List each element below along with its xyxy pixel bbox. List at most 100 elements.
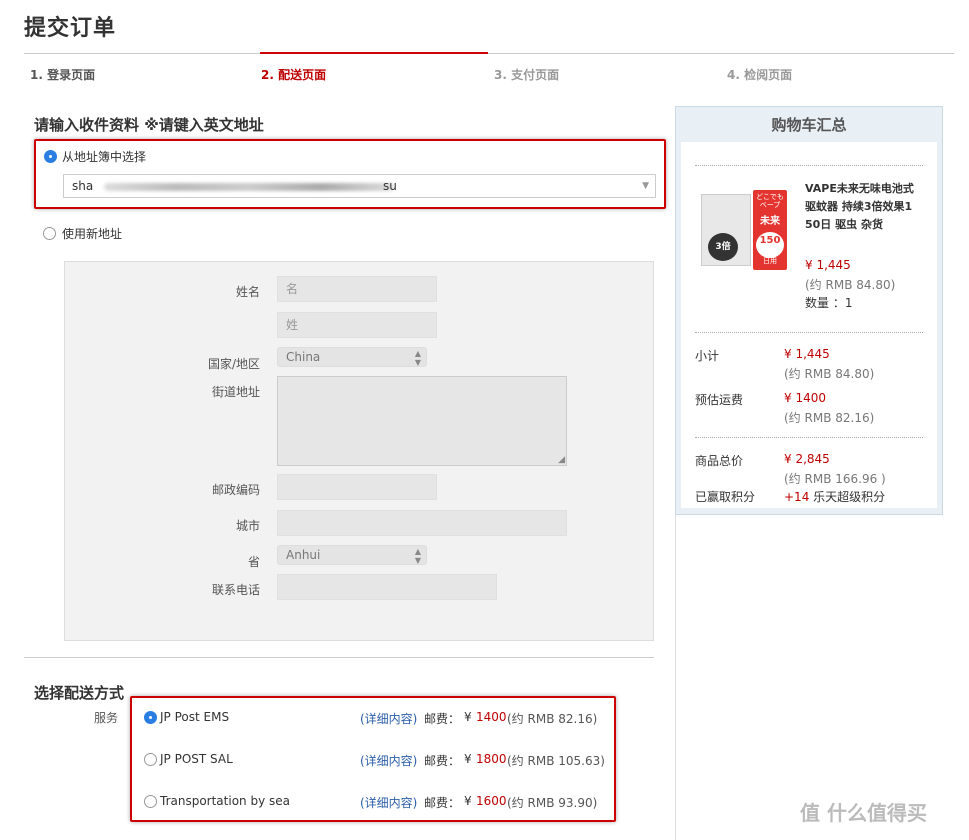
shipping-option-sal[interactable]: JP POST SAL (详细内容) 邮费： ¥ 1800 (约 RMB 105… bbox=[132, 750, 614, 770]
postal-label: 邮政编码 bbox=[211, 483, 260, 497]
right-column-border bbox=[675, 515, 676, 840]
service-label: 服务 bbox=[94, 711, 119, 725]
address-book-select[interactable]: sha su ▼ bbox=[63, 174, 656, 198]
sea-rmb: (约 RMB 93.90) bbox=[507, 796, 598, 810]
blurred-address bbox=[104, 183, 394, 191]
country-label: 国家/地区 bbox=[207, 357, 260, 371]
ems-radio[interactable] bbox=[144, 711, 157, 724]
street-label: 街道地址 bbox=[211, 385, 260, 399]
watermark: 值 什么值得买 bbox=[800, 801, 927, 825]
shipping-estimate-value: ¥ 1400 bbox=[784, 391, 826, 405]
sal-yen-sign: ¥ bbox=[464, 752, 472, 766]
ems-rmb: (约 RMB 82.16) bbox=[507, 712, 598, 726]
subtotal-value: ¥ 1,445 bbox=[784, 347, 830, 361]
ems-yen-sign: ¥ bbox=[464, 710, 472, 724]
sea-details-link[interactable]: (详细内容) bbox=[360, 794, 417, 811]
product-name-line-3: 50日 驱虫 杂货 bbox=[805, 218, 883, 231]
points-label: 已赢取积分 bbox=[695, 490, 756, 504]
chevron-down-icon: ▼ bbox=[642, 181, 649, 191]
ems-details-link[interactable]: (详细内容) bbox=[360, 710, 417, 727]
sea-name: Transportation by sea bbox=[160, 794, 290, 808]
step-review: 4. 检阅页面 bbox=[727, 68, 793, 82]
shipping-option-sea[interactable]: Transportation by sea (详细内容) 邮费： ¥ 1600 … bbox=[132, 792, 614, 812]
product-150-badge: 150 bbox=[756, 232, 784, 258]
new-address-label: 使用新地址 bbox=[62, 227, 123, 241]
province-value: Anhui bbox=[286, 548, 321, 562]
sal-radio[interactable] bbox=[144, 753, 157, 766]
province-select[interactable]: Anhui ▲ ▼ bbox=[277, 545, 427, 565]
sea-yen-sign: ¥ bbox=[464, 794, 472, 808]
address-book-panel: 从地址簿中选择 sha su ▼ bbox=[34, 139, 666, 209]
name-label: 姓名 bbox=[235, 285, 260, 299]
subtotal-label: 小计 bbox=[695, 349, 720, 363]
shipping-heading: 选择配送方式 bbox=[34, 684, 125, 702]
total-rmb: (约 RMB 166.96 ) bbox=[784, 472, 886, 486]
country-select[interactable]: China ▲ ▼ bbox=[277, 347, 427, 367]
cart-divider bbox=[695, 437, 923, 438]
sal-fee: 1800 bbox=[476, 752, 507, 766]
product-days: 日用 bbox=[763, 257, 777, 265]
cart-divider bbox=[695, 332, 923, 333]
ems-fee: 1400 bbox=[476, 710, 507, 724]
step-login: 1. 登录页面 bbox=[30, 68, 96, 82]
postal-field[interactable] bbox=[277, 474, 437, 500]
shipping-estimate-label: 预估运费 bbox=[695, 393, 744, 407]
city-field[interactable] bbox=[277, 510, 567, 536]
last-name-field[interactable]: 姓 bbox=[277, 312, 437, 338]
product-device: 3倍 bbox=[701, 194, 751, 266]
product-3x-badge: 3倍 bbox=[708, 233, 738, 261]
address-select-end: su bbox=[383, 179, 397, 193]
step-shipping: 2. 配送页面 bbox=[261, 68, 327, 82]
address-select-start: sha bbox=[72, 179, 94, 193]
sal-rmb: (约 RMB 105.63) bbox=[507, 754, 605, 768]
updown-arrow-icon: ▲ ▼ bbox=[414, 547, 421, 565]
first-name-field[interactable]: 名 bbox=[277, 276, 437, 302]
points-suffix: 乐天超级积分 bbox=[809, 490, 886, 504]
points-value: +14 bbox=[784, 490, 810, 504]
resize-handle-icon[interactable]: ◢ bbox=[558, 455, 565, 465]
cart-title: 购物车汇总 bbox=[771, 116, 847, 134]
progress-active-segment bbox=[260, 52, 488, 54]
subtotal-rmb: (约 RMB 84.80) bbox=[784, 367, 875, 381]
address-book-radio[interactable] bbox=[44, 150, 57, 163]
product-150-number: 150 bbox=[759, 235, 781, 246]
address-heading: 请输入收件资料 ※请键入英文地址 bbox=[34, 116, 264, 134]
ems-fee-label: 邮费： bbox=[424, 712, 461, 726]
updown-arrow-icon: ▲ ▼ bbox=[414, 349, 421, 367]
total-label: 商品总价 bbox=[695, 454, 744, 468]
product-quantity: 数量 ：1 bbox=[805, 296, 853, 310]
product-box: どこでも ベープ 未来 150 日用 bbox=[753, 190, 787, 270]
ems-name: JP Post EMS bbox=[160, 710, 230, 724]
phone-label: 联系电话 bbox=[211, 583, 260, 597]
product-image[interactable]: 3倍 どこでも ベープ 未来 150 日用 bbox=[701, 190, 787, 270]
step-payment: 3. 支付页面 bbox=[494, 68, 560, 82]
sea-radio[interactable] bbox=[144, 795, 157, 808]
product-price-rmb: (约 RMB 84.80) bbox=[805, 278, 896, 292]
sea-fee: 1600 bbox=[476, 794, 507, 808]
phone-field[interactable] bbox=[277, 574, 497, 600]
product-name-line-1: VAPE未来无味电池式 bbox=[805, 182, 914, 195]
address-book-label: 从地址簿中选择 bbox=[62, 150, 147, 164]
total-value: ¥ 2,845 bbox=[784, 452, 830, 466]
product-mirai: 未来 bbox=[760, 216, 780, 227]
product-name[interactable]: VAPE未来无味电池式 驱蚊器 持续3倍效果1 50日 驱虫 杂货 bbox=[805, 180, 935, 234]
product-brand: どこでも ベープ bbox=[756, 193, 784, 209]
progress-line bbox=[24, 53, 954, 54]
page-title: 提交订单 bbox=[24, 16, 117, 41]
new-address-radio[interactable] bbox=[43, 227, 56, 240]
province-label: 省 bbox=[247, 555, 260, 569]
points-earned: +14 乐天超级积分 bbox=[784, 488, 885, 505]
cart-divider bbox=[695, 165, 923, 166]
sal-details-link[interactable]: (详细内容) bbox=[360, 752, 417, 769]
shipping-option-ems[interactable]: JP Post EMS (详细内容) 邮费： ¥ 1400 (约 RMB 82.… bbox=[132, 708, 614, 728]
product-name-line-2: 驱蚊器 持续3倍效果1 bbox=[805, 200, 913, 213]
sal-name: JP POST SAL bbox=[160, 752, 233, 766]
sal-fee-label: 邮费： bbox=[424, 754, 461, 768]
street-textarea[interactable]: ◢ bbox=[277, 376, 567, 466]
section-divider bbox=[24, 657, 654, 658]
shipping-options-panel: JP Post EMS (详细内容) 邮费： ¥ 1400 (约 RMB 82.… bbox=[130, 696, 616, 822]
shipping-estimate-rmb: (约 RMB 82.16) bbox=[784, 411, 875, 425]
sea-fee-label: 邮费： bbox=[424, 796, 461, 810]
product-price: ¥ 1,445 bbox=[805, 258, 851, 272]
country-value: China bbox=[286, 350, 321, 364]
